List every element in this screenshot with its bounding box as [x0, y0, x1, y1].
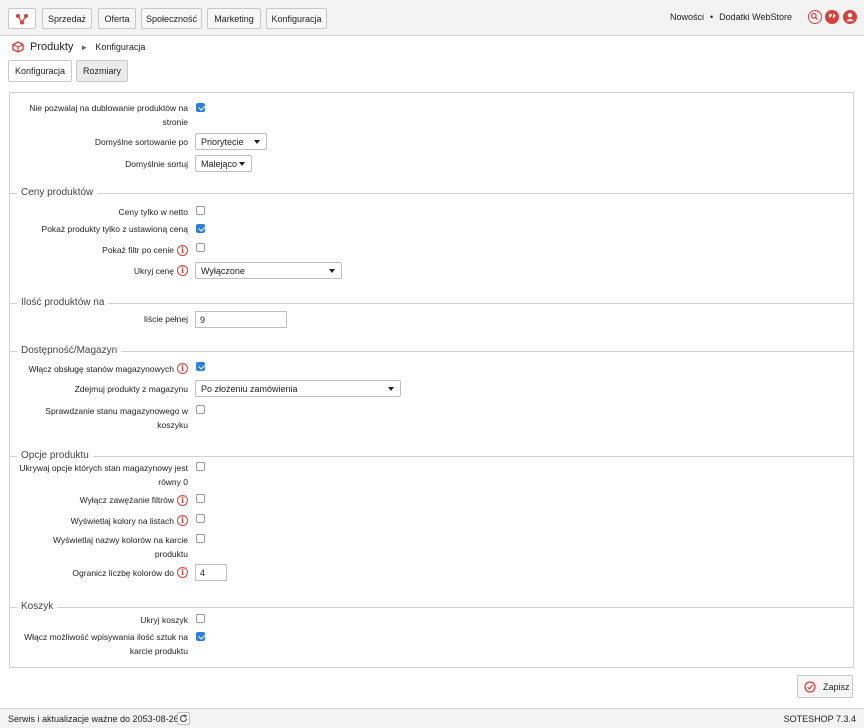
with-price-checkbox[interactable]	[196, 224, 205, 233]
user-icon[interactable]	[843, 10, 857, 24]
info-icon[interactable]: i	[177, 265, 188, 276]
default-sort-label: Domyślne sortowanie po	[94, 137, 188, 147]
options-section-title: Opcje produktu	[17, 450, 93, 461]
chevron-down-icon	[329, 269, 335, 273]
color-names-label: Wyświetlaj nazwy kolorów na karcie produ…	[52, 535, 188, 559]
settings-panel	[9, 92, 854, 668]
colors-list-label: Wyświetlaj kolory na listach	[70, 516, 174, 526]
stock-remove-value: Po złożeniu zamówienia	[201, 383, 298, 394]
breadcrumb-module[interactable]: Produkty	[30, 41, 73, 53]
hide-price-value: Wyłączone	[201, 265, 245, 276]
info-icon[interactable]: i	[177, 567, 188, 578]
limit-colors-label: Ogranicz liczbę kolorów do	[72, 568, 174, 578]
tab-rozmiary[interactable]: Rozmiary	[76, 60, 128, 82]
price-filter-checkbox[interactable]	[196, 243, 205, 252]
stock-section-title: Dostępność/Magazyn	[17, 345, 122, 356]
product-box-icon	[12, 41, 24, 53]
webstore-addons-link[interactable]: Dodatki WebStore	[719, 12, 792, 22]
stock-check-cart-checkbox[interactable]	[196, 405, 205, 414]
default-order-value: Malejąco	[201, 158, 238, 169]
hide-zero-checkbox[interactable]	[196, 462, 205, 471]
breadcrumb: Produkty ► Konfiguracja	[12, 40, 145, 54]
refresh-icon	[179, 714, 188, 722]
stock-check-cart-label: Sprawdzanie stanu magazynowego w koszyku	[45, 406, 188, 430]
hide-cart-label: Ukryj koszyk	[140, 615, 188, 625]
chevron-down-icon	[239, 162, 245, 166]
info-icon[interactable]: i	[177, 245, 188, 256]
limit-colors-input[interactable]: 4	[195, 564, 227, 581]
stock-section-divider	[9, 351, 854, 352]
nav-marketing[interactable]: Marketing	[207, 8, 261, 29]
save-check-icon	[804, 680, 816, 693]
net-only-checkbox[interactable]	[196, 206, 205, 215]
stock-enable-checkbox[interactable]	[196, 362, 205, 371]
disable-narrow-label: Wyłącz zawężanie filtrów	[79, 495, 174, 505]
globe-icon[interactable]	[825, 10, 839, 24]
hide-cart-checkbox[interactable]	[196, 614, 205, 623]
nav-oferta[interactable]: Oferta	[98, 8, 136, 29]
no-duplicate-label: Nie pozwalaj na dublowanie produktów na …	[29, 103, 188, 127]
save-label: Zapisz	[823, 681, 850, 692]
no-duplicate-checkbox[interactable]	[196, 103, 205, 112]
hide-price-select[interactable]: Wyłączone	[195, 262, 342, 279]
news-link[interactable]: Nowości	[670, 12, 704, 22]
net-only-label: Ceny tylko w netto	[118, 207, 188, 217]
stock-remove-select[interactable]: Po złożeniu zamówienia	[195, 380, 401, 397]
full-list-label: liście pełnej	[144, 314, 188, 324]
tab-konfiguracja[interactable]: Konfiguracja	[8, 60, 72, 82]
breadcrumb-arrow-icon: ►	[80, 42, 89, 52]
search-icon[interactable]	[808, 10, 822, 24]
cart-section-title: Koszyk	[17, 601, 58, 612]
status-footer: Serwis i aktualizacje ważne do 2053-08-2…	[0, 708, 864, 728]
soteshop-logo-icon	[16, 13, 28, 24]
nav-spolecznosc[interactable]: Społeczność	[141, 8, 202, 29]
top-navigation-bar: Sprzedaż Oferta Społeczność Marketing Ko…	[0, 0, 864, 36]
stock-remove-label: Zdejmuj produkty z magazynu	[74, 384, 188, 394]
qty-input-checkbox[interactable]	[196, 632, 205, 641]
price-filter-label: Pokaż filtr po cenie	[102, 245, 174, 255]
chevron-down-icon	[254, 140, 260, 144]
default-order-label: Domyślnie sortuj	[125, 159, 188, 169]
prices-section-title: Ceny produktów	[17, 187, 98, 198]
hide-zero-label: Ukrywaj opcje których stan magazynowy je…	[19, 463, 188, 487]
info-icon[interactable]: i	[177, 363, 188, 374]
disable-narrow-checkbox[interactable]	[196, 494, 205, 503]
full-list-count-input[interactable]: 9	[195, 311, 287, 328]
nav-sprzedaz[interactable]: Sprzedaż	[42, 8, 92, 29]
chevron-down-icon	[388, 387, 394, 391]
colors-list-checkbox[interactable]	[196, 514, 205, 523]
top-links: Nowości • Dodatki WebStore	[669, 12, 792, 22]
default-sort-value: Priorytecie	[201, 136, 244, 147]
default-sort-select[interactable]: Priorytecie	[195, 133, 267, 150]
breadcrumb-current: Konfiguracja	[95, 42, 146, 52]
save-button[interactable]: Zapisz	[797, 675, 853, 698]
service-validity-text: Serwis i aktualizacje ważne do 2053-08-2…	[8, 714, 179, 724]
count-section-title: Ilość produktów na	[17, 297, 109, 308]
color-names-checkbox[interactable]	[196, 534, 205, 543]
prices-section-divider	[9, 193, 854, 194]
with-price-label: Pokaż produkty tylko z ustawioną ceną	[41, 224, 188, 234]
qty-input-label: Włącz możliwość wpisywania ilość sztuk n…	[24, 632, 188, 656]
info-icon[interactable]: i	[177, 495, 188, 506]
home-logo-button[interactable]	[8, 8, 36, 29]
options-section-divider	[9, 456, 854, 457]
version-text: SOTESHOP 7.3.4	[783, 714, 856, 724]
count-section-divider	[9, 303, 854, 304]
stock-enable-label: Włącz obsługę stanów magazynowych	[28, 364, 174, 374]
cart-section-divider	[9, 607, 854, 608]
refresh-button[interactable]	[177, 712, 190, 725]
info-icon[interactable]: i	[177, 515, 188, 526]
nav-konfiguracja[interactable]: Konfiguracja	[266, 8, 327, 29]
default-order-select[interactable]: Malejąco	[195, 155, 252, 172]
hide-price-label: Ukryj cenę	[133, 266, 174, 276]
